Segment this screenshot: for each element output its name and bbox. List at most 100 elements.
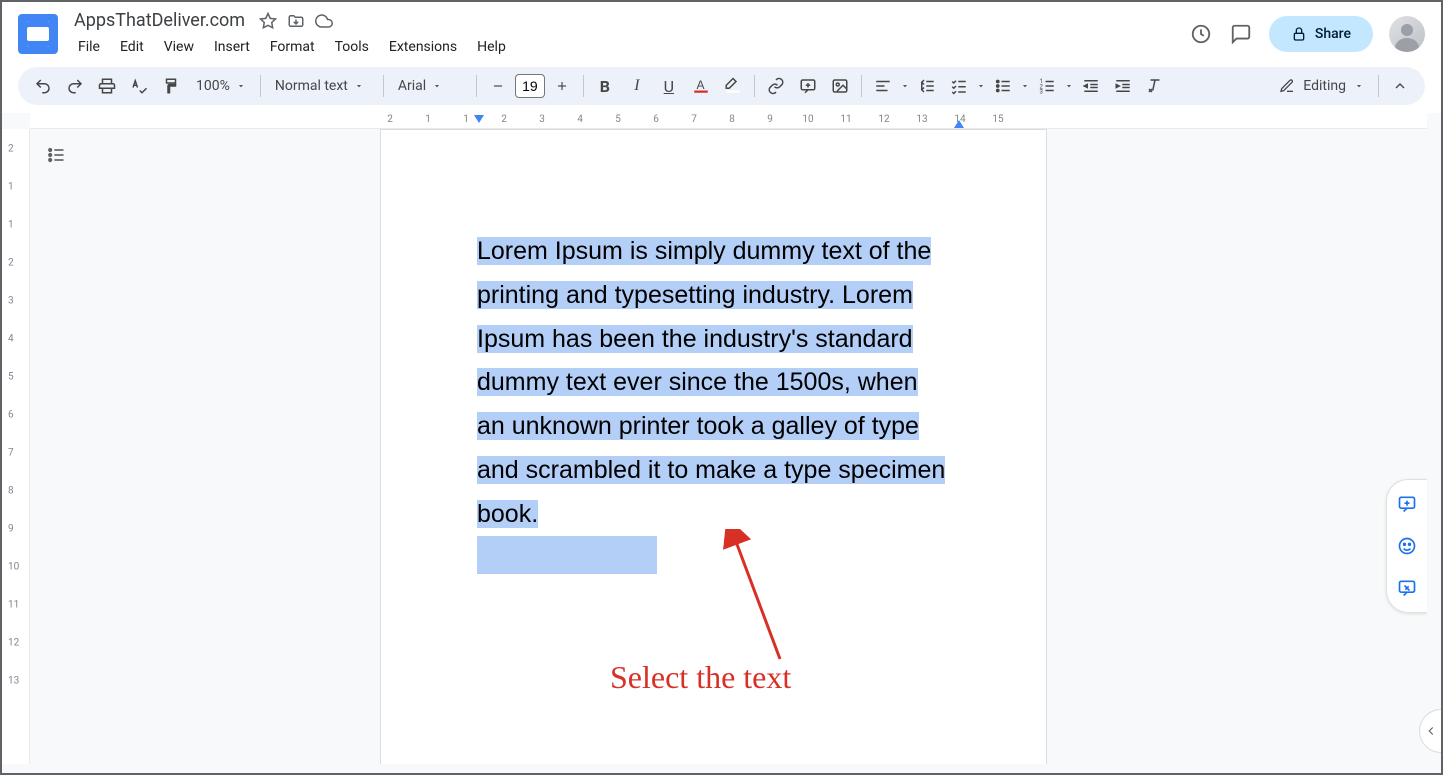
separator — [1378, 75, 1379, 97]
font-select[interactable]: Arial — [390, 74, 470, 98]
ruler-v-label: 2 — [8, 144, 14, 155]
indent-decrease-button[interactable] — [1076, 71, 1106, 101]
editing-mode-label: Editing — [1303, 78, 1346, 94]
comments-icon[interactable] — [1229, 22, 1253, 46]
zoom-value: 100% — [196, 78, 230, 94]
document-title[interactable]: AppsThatDeliver.com — [70, 8, 249, 33]
add-emoji-side-button[interactable] — [1393, 532, 1421, 560]
ruler-h-label: 3 — [539, 114, 545, 125]
align-button[interactable] — [868, 71, 898, 101]
redo-button[interactable] — [60, 71, 90, 101]
chevron-down-icon — [1354, 81, 1364, 91]
checklist-button[interactable] — [944, 71, 974, 101]
chevron-down-icon[interactable] — [1064, 81, 1074, 91]
line-spacing-button[interactable] — [912, 71, 942, 101]
indent-increase-button[interactable] — [1108, 71, 1138, 101]
vertical-ruler: 2112345678910111213 — [2, 129, 30, 764]
font-size-decrease[interactable] — [483, 71, 513, 101]
bold-button[interactable]: B — [590, 71, 620, 101]
separator — [260, 75, 261, 97]
ruler-h-label: 13 — [916, 114, 927, 125]
font-value: Arial — [398, 78, 426, 94]
numbered-list-button[interactable]: 123 — [1032, 71, 1062, 101]
share-button[interactable]: Share — [1269, 16, 1373, 52]
italic-button[interactable]: I — [622, 71, 652, 101]
insert-image-button[interactable] — [825, 71, 855, 101]
star-icon[interactable] — [259, 12, 277, 30]
collapse-toolbar-button[interactable] — [1385, 71, 1415, 101]
menu-insert[interactable]: Insert — [206, 35, 258, 59]
ruler-h-label: 5 — [615, 114, 621, 125]
suggest-edit-side-button[interactable] — [1393, 574, 1421, 602]
paragraph-style-value: Normal text — [275, 78, 348, 94]
chevron-down-icon[interactable] — [1020, 81, 1030, 91]
ruler-v-label: 7 — [8, 448, 14, 459]
document-body[interactable]: Lorem Ipsum is simply dummy text of the … — [381, 130, 1046, 620]
ruler-h-label: 2 — [387, 114, 393, 125]
ruler-v-label: 2 — [8, 258, 14, 269]
chevron-down-icon[interactable] — [976, 81, 986, 91]
menu-extensions[interactable]: Extensions — [381, 35, 465, 59]
print-button[interactable] — [92, 71, 122, 101]
insert-link-button[interactable] — [761, 71, 791, 101]
paint-format-button[interactable] — [156, 71, 186, 101]
ruler-h-label: 7 — [691, 114, 697, 125]
chevron-down-icon[interactable] — [900, 81, 910, 91]
highlight-color-button[interactable] — [718, 71, 748, 101]
ruler-h-label: 1 — [463, 114, 469, 125]
editing-mode-button[interactable]: Editing — [1271, 74, 1372, 98]
underline-button[interactable]: U — [654, 71, 684, 101]
right-margin-marker-icon[interactable] — [954, 120, 964, 128]
share-label: Share — [1315, 26, 1351, 42]
paragraph-style-select[interactable]: Normal text — [267, 74, 377, 98]
add-comment-side-button[interactable] — [1393, 490, 1421, 518]
chevron-down-icon — [236, 81, 246, 91]
svg-text:3: 3 — [1039, 89, 1042, 96]
chevron-down-icon — [432, 81, 442, 91]
move-icon[interactable] — [287, 12, 305, 30]
ruler-h-label: 12 — [878, 114, 889, 125]
document-page[interactable]: Lorem Ipsum is simply dummy text of the … — [380, 129, 1047, 764]
cloud-status-icon[interactable] — [315, 12, 333, 30]
ruler-v-label: 9 — [8, 524, 14, 535]
bulleted-list-button[interactable] — [988, 71, 1018, 101]
menu-file[interactable]: File — [70, 35, 108, 59]
ruler-v-label: 10 — [8, 562, 19, 573]
ruler-v-label: 8 — [8, 486, 14, 497]
menu-edit[interactable]: Edit — [112, 35, 152, 59]
font-size-increase[interactable] — [547, 71, 577, 101]
indent-marker-icon[interactable] — [474, 115, 484, 123]
menu-tools[interactable]: Tools — [327, 35, 377, 59]
docs-app-icon[interactable] — [18, 14, 58, 54]
separator — [476, 75, 477, 97]
menu-view[interactable]: View — [156, 35, 202, 59]
menu-help[interactable]: Help — [469, 35, 514, 59]
selected-paragraph[interactable]: Lorem Ipsum is simply dummy text of the … — [477, 237, 945, 528]
ruler-h-label: 6 — [653, 114, 659, 125]
menu-format[interactable]: Format — [262, 35, 323, 59]
history-icon[interactable] — [1189, 22, 1213, 46]
account-avatar[interactable] — [1389, 16, 1425, 52]
undo-button[interactable] — [28, 71, 58, 101]
ruler-v-label: 1 — [8, 182, 14, 193]
add-comment-button[interactable] — [793, 71, 823, 101]
ruler-h-label: 10 — [802, 114, 813, 125]
ruler-v-label: 4 — [8, 334, 14, 345]
ruler-v-label: 13 — [8, 676, 19, 687]
ruler-v-label: 3 — [8, 296, 14, 307]
svg-text:A: A — [696, 78, 704, 92]
ruler-h-label: 2 — [501, 114, 507, 125]
ruler-v-label: 5 — [8, 372, 14, 383]
ruler-v-label: 6 — [8, 410, 14, 421]
ruler-v-label: 11 — [8, 600, 19, 611]
zoom-select[interactable]: 100% — [188, 74, 254, 98]
separator — [383, 75, 384, 97]
clear-formatting-button[interactable] — [1140, 71, 1170, 101]
font-size-input[interactable] — [515, 74, 545, 98]
ruler-h-label: 9 — [767, 114, 773, 125]
ruler-h-label: 8 — [729, 114, 735, 125]
document-outline-button[interactable] — [46, 145, 66, 165]
text-color-button[interactable]: A — [686, 71, 716, 101]
toolbar: 100% Normal text Arial B I U A — [18, 67, 1425, 105]
spellcheck-button[interactable] — [124, 71, 154, 101]
